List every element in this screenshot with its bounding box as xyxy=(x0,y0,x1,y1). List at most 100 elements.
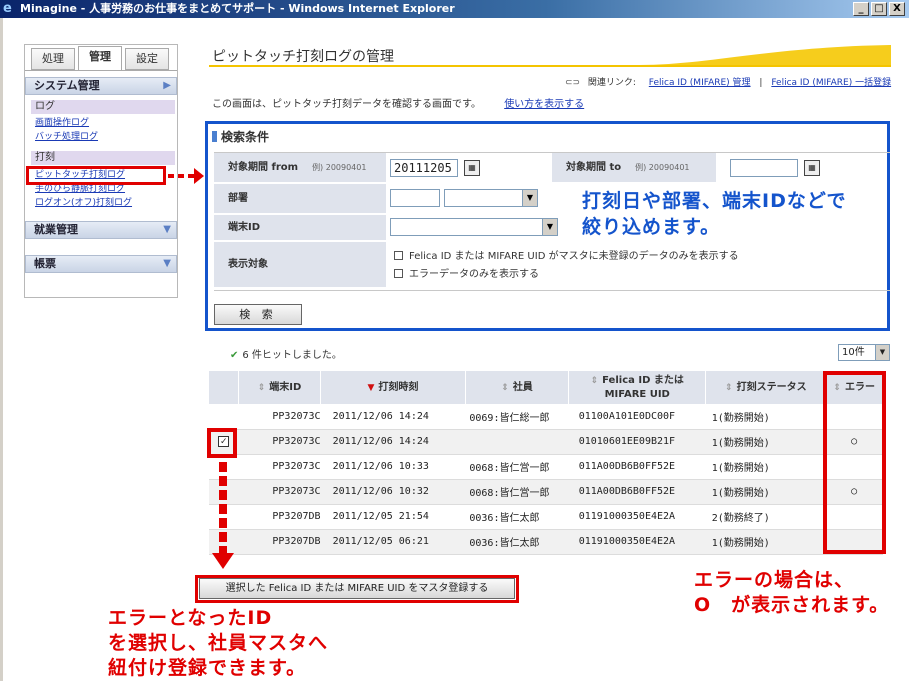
cell-terminal: PP32073C xyxy=(238,479,321,505)
col-status[interactable]: ⇕ 打刻ステータス xyxy=(705,371,827,404)
section-marker-icon xyxy=(212,131,217,142)
link-batch-log[interactable]: バッチ処理ログ xyxy=(35,131,98,143)
sort-icon: ⇕ xyxy=(725,382,733,393)
highlight-checkbox xyxy=(207,428,237,458)
arrow-right-icon xyxy=(194,168,204,184)
chevron-down-icon: ▼ xyxy=(875,345,889,360)
menu-work-management[interactable]: 就業管理 ▼ xyxy=(25,221,177,239)
cell-time: 2011/12/05 06:21 xyxy=(320,529,466,555)
chevron-down-icon: ▼ xyxy=(542,219,557,235)
window-title: Minagine - 人事労務のお仕事をまとめてサポート - Windows I… xyxy=(20,2,455,15)
col-time[interactable]: ▼ 打刻時刻 xyxy=(320,371,466,404)
cell-uid: 01010601EE09B21F xyxy=(568,429,706,455)
cell-time: 2011/12/05 21:54 xyxy=(320,504,466,530)
per-page-select[interactable]: 10件 ▼ xyxy=(838,344,890,361)
triangle-right-icon: ▶ xyxy=(163,80,171,91)
highlight-sidebar-link xyxy=(26,166,166,185)
row-checkbox-cell[interactable] xyxy=(209,404,239,430)
dept-code-input[interactable] xyxy=(390,189,440,207)
col-uid[interactable]: ⇕ Felica ID または MIFARE UID xyxy=(568,371,707,404)
table-row: PP3207DB 2011/12/05 06:21 0036:皆仁太郎 0119100… xyxy=(209,529,883,555)
link-logon-log[interactable]: ログオン(オフ)打刻ログ xyxy=(35,197,132,209)
period-to-label: 対象期間 to 例) 20090401 xyxy=(552,153,716,183)
sort-icon: ⇕ xyxy=(257,382,266,393)
annotation-bottom-1: エラーとなったID xyxy=(108,607,273,629)
page-title: ピットタッチ打刻ログの管理 xyxy=(212,49,394,65)
option-unregistered[interactable]: Felica ID または MIFARE UID がマスタに未登録のデータのみを… xyxy=(394,247,739,262)
link-felica-bulk[interactable]: Felica ID (MIFARE) 一括登録 xyxy=(771,78,891,88)
terminal-select[interactable]: ▼ xyxy=(390,218,558,236)
cell-uid: 011A00DB6B0FF52E xyxy=(568,454,706,480)
cell-uid: 01100A101E0DC00F xyxy=(568,404,706,430)
table-row: PP3207DB 2011/12/05 21:54 0036:皆仁太郎 0119100… xyxy=(209,504,883,530)
hit-count: ✔ 6 件ヒットしました。 xyxy=(230,350,342,361)
triangle-down-icon: ▼ xyxy=(163,258,171,269)
link-screen-log[interactable]: 画面操作ログ xyxy=(35,117,89,129)
menu-forms[interactable]: 帳票 ▼ xyxy=(25,255,177,273)
annotation-bottom-3: 紐付け登録できます。 xyxy=(108,657,307,679)
cell-status: 1(勤務開始) xyxy=(705,429,826,455)
period-to-input[interactable] xyxy=(730,159,798,177)
cell-employee: 0036:皆仁太郎 xyxy=(465,504,569,530)
tab-management[interactable]: 管理 xyxy=(78,46,122,71)
check-icon: ✔ xyxy=(230,350,239,361)
checkbox[interactable] xyxy=(394,269,403,278)
cell-employee xyxy=(465,429,569,455)
annotation-blue-2: 絞り込めます。 xyxy=(582,216,721,238)
menu-header-label: 就業管理 xyxy=(34,223,78,236)
register-master-button[interactable]: 選択した Felica ID または MIFARE UID をマスタ登録する xyxy=(199,578,515,599)
link-felica-manage[interactable]: Felica ID (MIFARE) 管理 xyxy=(649,78,751,88)
table-row: PP32073C 2011/12/06 10:32 0068:皆仁営一郎 011A00… xyxy=(209,479,883,505)
sort-desc-icon: ▼ xyxy=(367,382,375,393)
menu-system-admin[interactable]: システム管理 ▶ xyxy=(25,77,177,95)
related-label: 関連リンク: xyxy=(587,78,636,88)
table-row: PP32073C 2011/12/06 14:24 0069:皆仁総一郎 01100A… xyxy=(209,404,883,430)
annotation-blue-1: 打刻日や部署、端末IDなどで xyxy=(582,190,847,212)
related-links: ⊂⊃ 関連リンク: Felica ID (MIFARE) 管理 | Felica… xyxy=(565,75,891,88)
annotation-bottom-2: を選択し、社員マスタへ xyxy=(108,632,329,654)
menu-group-log: ログ xyxy=(31,100,175,114)
cell-status: 1(勤務開始) xyxy=(705,529,826,555)
close-button[interactable]: X xyxy=(889,2,905,16)
cell-time: 2011/12/06 14:24 xyxy=(320,429,466,455)
col-terminal[interactable]: ⇕ 端末ID xyxy=(238,371,322,404)
intro-description: この画面は、ピットタッチ打刻データを確認する画面です。 xyxy=(212,99,481,110)
cell-uid: 01191000350E4E2A xyxy=(568,504,706,530)
minimize-button[interactable]: _ xyxy=(853,2,869,16)
cell-status: 1(勤務開始) xyxy=(705,479,826,505)
col-employee[interactable]: ⇕ 社員 xyxy=(465,371,570,404)
search-button[interactable]: 検 索 xyxy=(214,304,302,325)
dotted-arrow-down xyxy=(219,462,227,554)
annotation-error-1: エラーの場合は、 xyxy=(694,569,855,591)
tab-processing[interactable]: 処理 xyxy=(31,48,75,70)
cell-status: 2(勤務終了) xyxy=(705,504,826,530)
option-error-only[interactable]: エラーデータのみを表示する xyxy=(394,265,539,280)
maximize-button[interactable]: □ xyxy=(871,2,887,16)
cell-time: 2011/12/06 10:32 xyxy=(320,479,466,505)
cell-employee: 0036:皆仁太郎 xyxy=(465,529,569,555)
tab-settings[interactable]: 設定 xyxy=(125,48,169,70)
menu-header-label: 帳票 xyxy=(34,257,56,270)
cell-employee: 0069:皆仁総一郎 xyxy=(465,404,569,430)
annotation-error-2: O が表示されます。 xyxy=(694,594,890,616)
results-table: ⇕ 端末ID ▼ 打刻時刻 ⇕ 社員 ⇕ Felica ID または MIFARE UI… xyxy=(209,371,883,555)
cell-terminal: PP32073C xyxy=(238,404,321,430)
terminal-label: 端末ID xyxy=(214,215,386,241)
link-icon: ⊂⊃ xyxy=(565,78,581,88)
table-header-row: ⇕ 端末ID ▼ 打刻時刻 ⇕ 社員 ⇕ Felica ID または MIFARE UI… xyxy=(209,371,883,404)
dept-select[interactable]: ▼ xyxy=(444,189,538,207)
table-row: PP32073C 2011/12/06 10:33 0068:皆仁営一郎 011A00… xyxy=(209,454,883,480)
checkbox[interactable] xyxy=(394,251,403,260)
cell-terminal: PP32073C xyxy=(238,454,321,480)
cell-time: 2011/12/06 10:33 xyxy=(320,454,466,480)
calendar-icon[interactable]: ▦ xyxy=(464,160,480,176)
period-from-input[interactable]: 20111205 xyxy=(390,159,458,177)
highlight-error-column xyxy=(823,371,886,554)
dotted-arrow xyxy=(168,174,196,178)
calendar-icon[interactable]: ▦ xyxy=(804,160,820,176)
triangle-down-icon: ▼ xyxy=(163,224,171,235)
window-titlebar: e Minagine - 人事労務のお仕事をまとめてサポート - Windows… xyxy=(0,0,909,18)
separator: | xyxy=(759,78,763,88)
howto-link[interactable]: 使い方を表示する xyxy=(504,99,584,110)
search-panel: 検索条件 対象期間 from 例) 20090401 20111205 ▦ 対象期… xyxy=(205,121,890,331)
